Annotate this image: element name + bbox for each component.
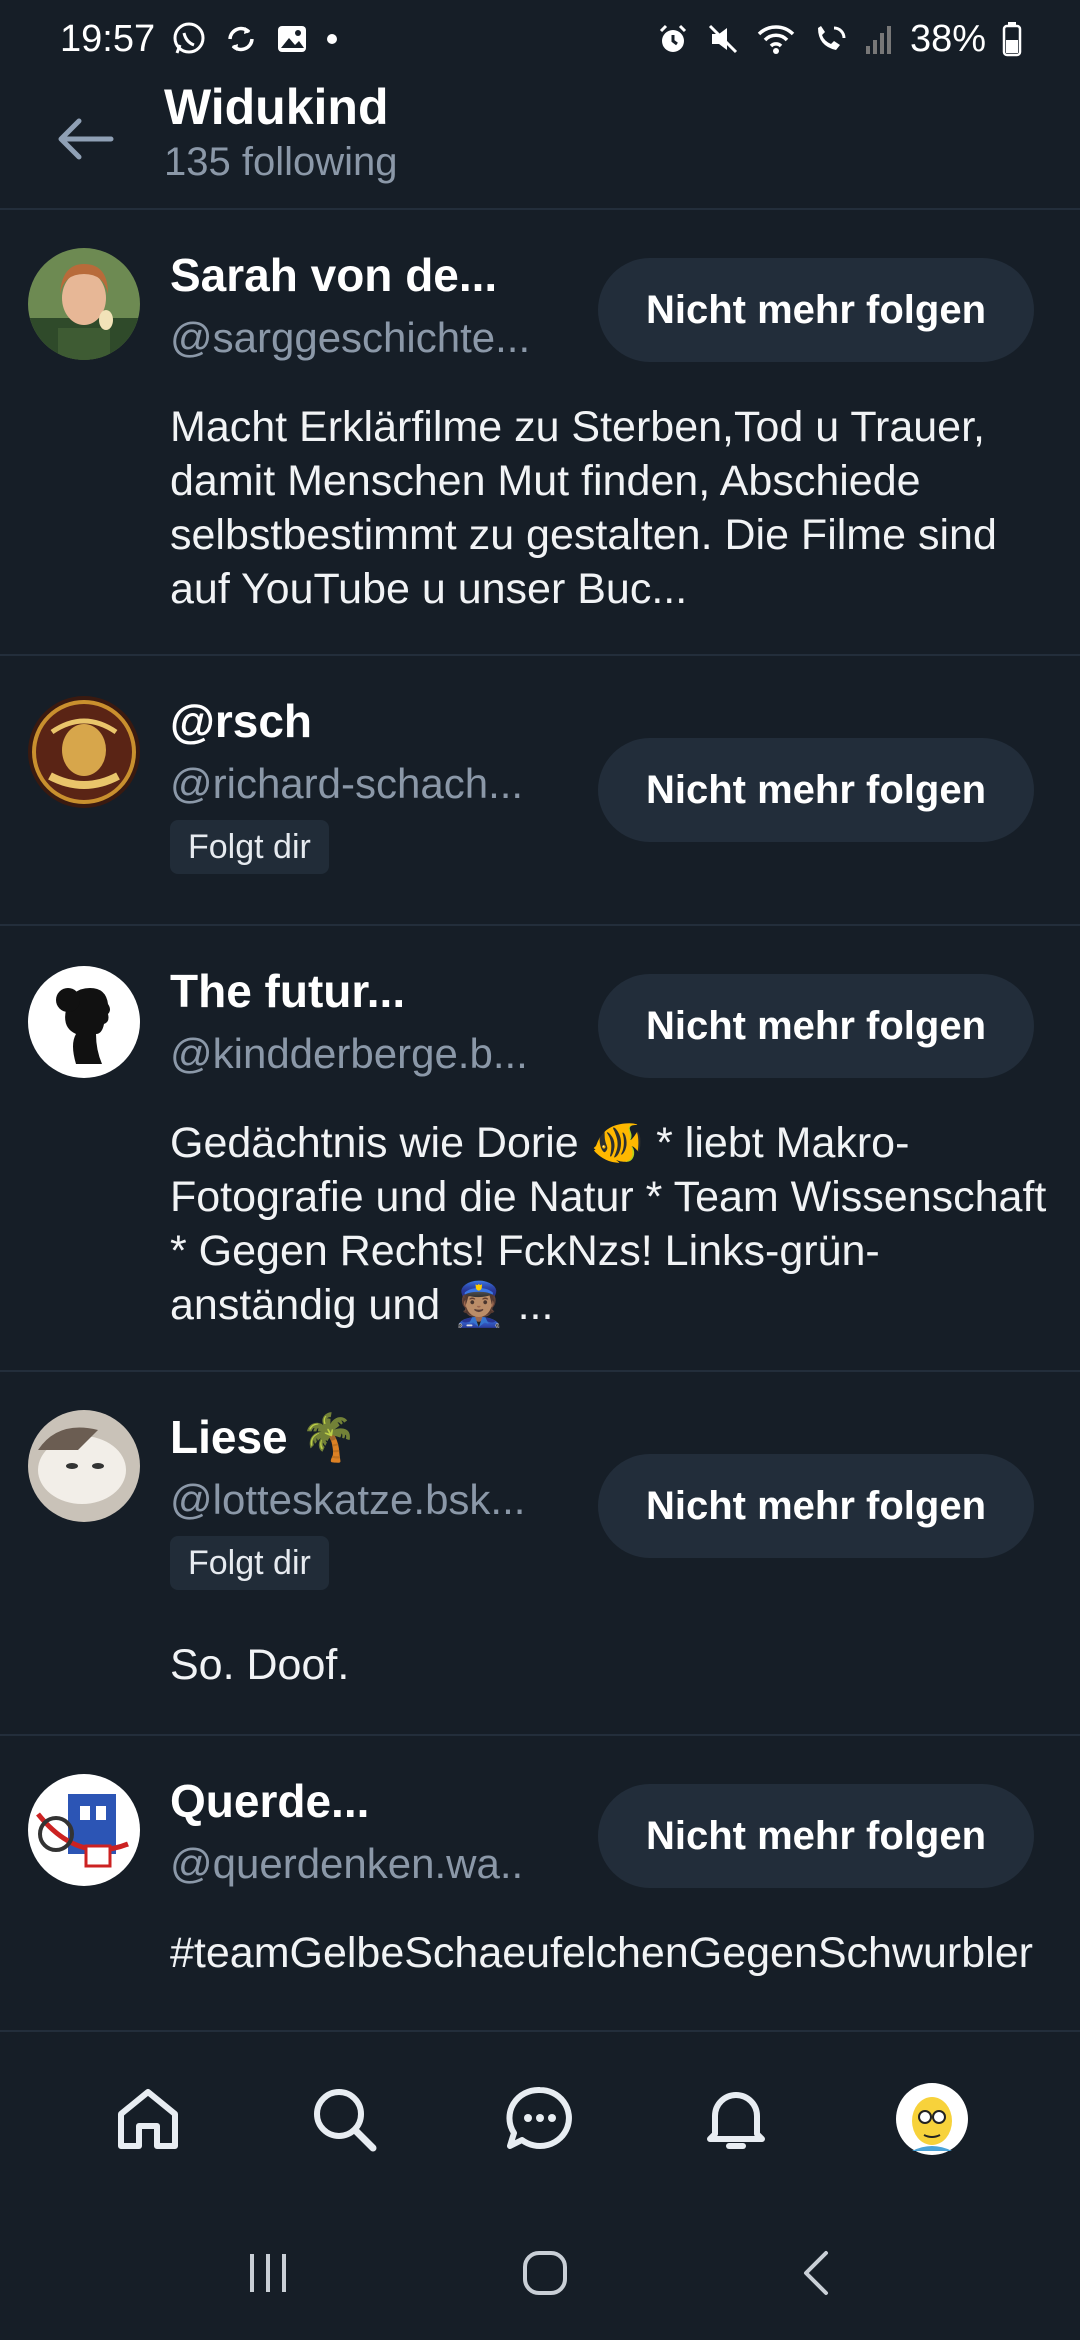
arrow-left-icon <box>55 117 115 166</box>
following-list: Sarah von de... @sarggeschichte... Nicht… <box>0 210 1080 2036</box>
wifi-calling-icon <box>812 22 848 56</box>
dot-icon <box>325 32 339 46</box>
nav-profile[interactable] <box>887 2076 977 2166</box>
user-bio: Macht Erklärfilme zu Sterben,Tod u Traue… <box>170 403 997 613</box>
user-handle: @kindderberge.b... <box>170 1030 528 1077</box>
back-chevron-icon[interactable] <box>792 2243 842 2308</box>
battery-percent: 38% <box>909 17 986 60</box>
battery-icon <box>1002 21 1022 57</box>
wifi-icon <box>756 22 796 56</box>
user-handle: @lotteskatze.bsk... <box>170 1476 526 1523</box>
user-bio: Gedächtnis wie Dorie 🐠 * liebt Makro-Fot… <box>170 1119 1047 1329</box>
chat-icon <box>505 2084 575 2159</box>
list-item[interactable]: Sarah von de... @sarggeschichte... Nicht… <box>0 210 1080 656</box>
user-name: The futur... <box>170 965 406 1017</box>
unfollow-button[interactable]: Nicht mehr folgen <box>598 974 1034 1078</box>
list-item[interactable]: @rsch @richard-schach... Folgt dir Nicht… <box>0 656 1080 926</box>
nav-chat[interactable] <box>495 2076 585 2166</box>
profile-avatar <box>894 2081 970 2162</box>
user-bio: #teamGelbeSchaeufelchenGegenSchwurbler <box>170 1929 1033 1977</box>
unfollow-button[interactable]: Nicht mehr folgen <box>598 1784 1034 1888</box>
list-item[interactable]: Querde... @querdenken.wa.. Nicht mehr fo… <box>0 1736 1080 2036</box>
avatar[interactable] <box>28 966 140 1078</box>
sync-icon <box>223 21 259 57</box>
follows-you-badge: Folgt dir <box>170 820 329 874</box>
user-name: Liese 🌴 <box>170 1411 358 1463</box>
user-bio: So. Doof. <box>170 1641 350 1689</box>
search-icon <box>309 2084 379 2159</box>
avatar[interactable] <box>28 1410 140 1522</box>
user-handle: @sarggeschichte... <box>170 314 531 361</box>
avatar[interactable] <box>28 248 140 360</box>
avatar[interactable] <box>28 696 140 808</box>
user-name: @rsch <box>170 695 313 747</box>
back-button[interactable] <box>52 108 118 174</box>
mute-icon <box>706 22 740 56</box>
recents-icon[interactable] <box>238 2248 298 2303</box>
unfollow-button[interactable]: Nicht mehr folgen <box>598 258 1034 362</box>
avatar[interactable] <box>28 1774 140 1886</box>
nav-notifications[interactable] <box>691 2076 781 2166</box>
home-icon <box>113 2084 183 2159</box>
unfollow-button[interactable]: Nicht mehr folgen <box>598 1454 1034 1558</box>
user-handle: @richard-schach... <box>170 760 524 807</box>
bottom-nav <box>0 2030 1080 2210</box>
user-handle: @querdenken.wa.. <box>170 1840 524 1887</box>
nav-home[interactable] <box>103 2076 193 2166</box>
list-item[interactable]: Liese 🌴 @lotteskatze.bsk... Folgt dir Ni… <box>0 1372 1080 1736</box>
nav-search[interactable] <box>299 2076 389 2166</box>
follows-you-badge: Folgt dir <box>170 1536 329 1590</box>
page-title: Widukind <box>164 79 389 135</box>
following-count: 135 following <box>164 140 398 184</box>
page-header: Widukind 135 following <box>0 78 1080 210</box>
alarm-icon <box>656 22 690 56</box>
gallery-icon <box>275 22 309 56</box>
user-name: Querde... <box>170 1775 370 1827</box>
status-time: 19:57 <box>60 17 156 60</box>
list-item[interactable]: The futur... @kindderberge.b... Nicht me… <box>0 926 1080 1372</box>
status-bar: 19:57 38% <box>0 0 1080 78</box>
signal-icon <box>864 22 894 56</box>
whatsapp-icon <box>171 21 207 57</box>
user-name: Sarah von de... <box>170 249 498 301</box>
unfollow-button[interactable]: Nicht mehr folgen <box>598 738 1034 842</box>
home-circle-icon[interactable] <box>515 2243 575 2308</box>
bell-icon <box>701 2084 771 2159</box>
system-nav <box>0 2210 1080 2340</box>
